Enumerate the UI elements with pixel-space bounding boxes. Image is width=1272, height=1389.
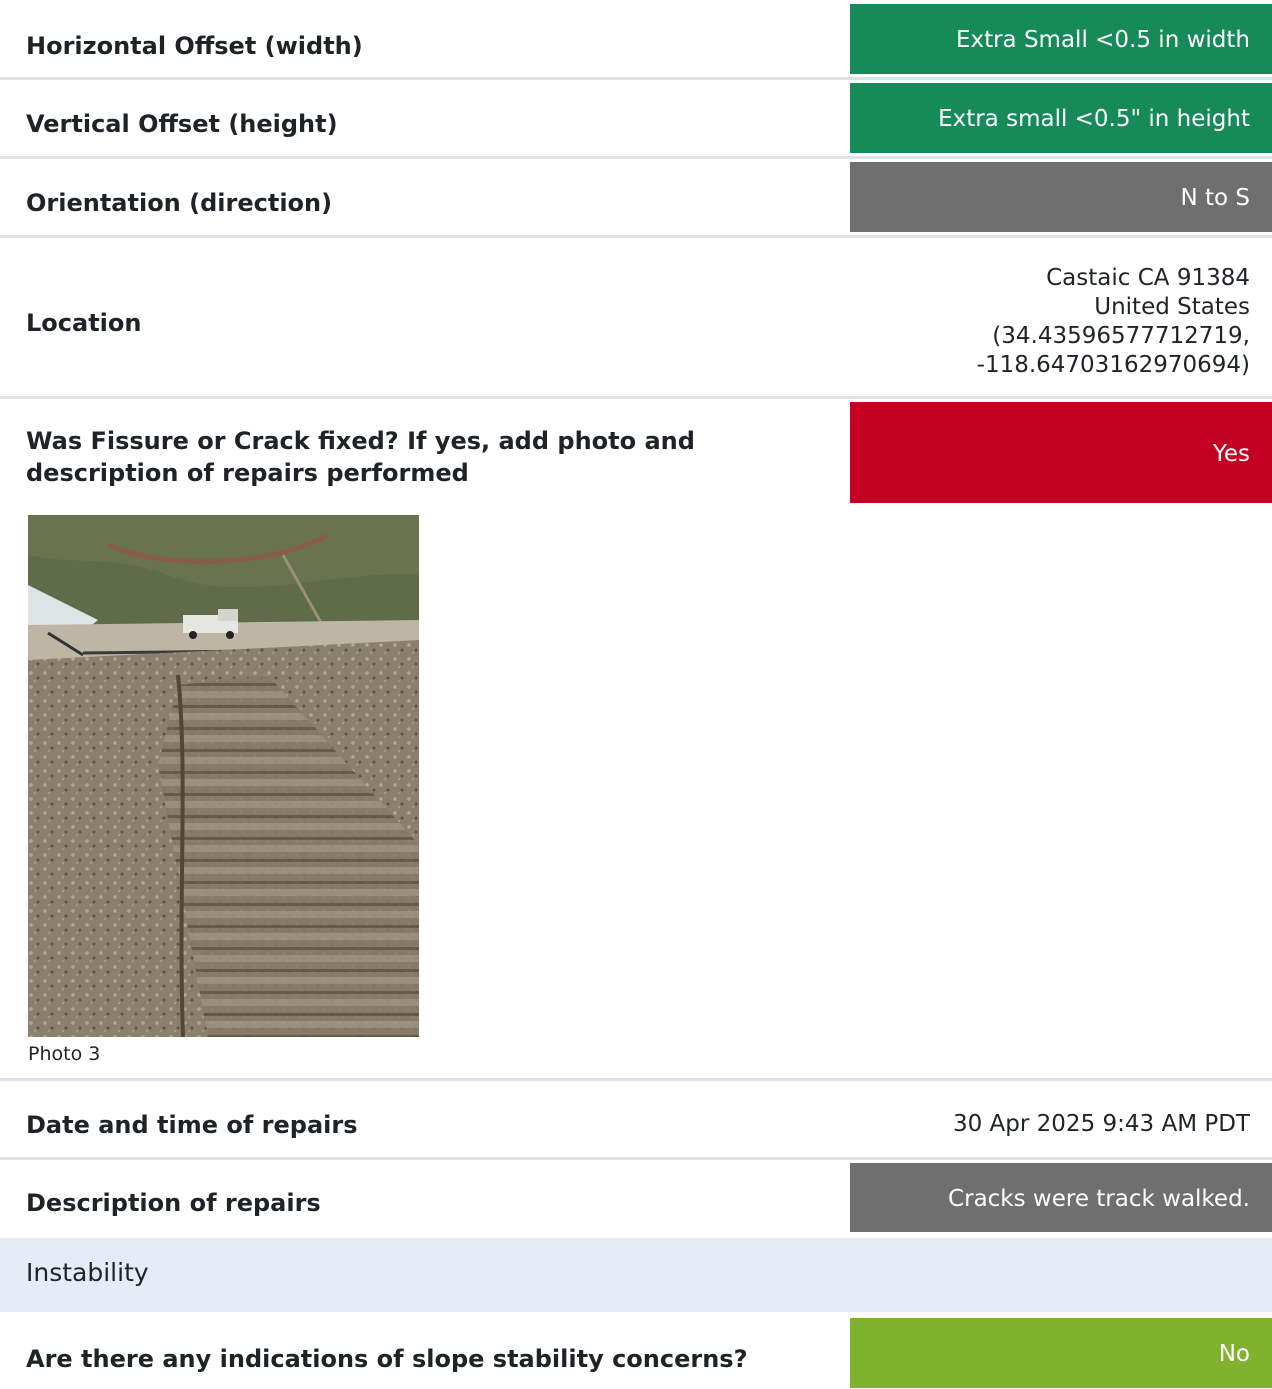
vertical-offset-value: Extra small <0.5" in height [850, 83, 1272, 153]
vertical-offset-label: Vertical Offset (height) [26, 110, 338, 138]
divider [0, 1078, 1272, 1081]
orientation-label: Orientation (direction) [26, 189, 333, 217]
photo-caption: Photo 3 [28, 1043, 101, 1065]
repair-description-value: Cracks were track walked. [850, 1163, 1272, 1232]
section-header-instability: Instability [0, 1238, 1272, 1312]
repair-date-label: Date and time of repairs [26, 1111, 358, 1139]
horizontal-offset-value: Extra Small <0.5 in width [850, 4, 1272, 74]
crack-fixed-label: Was Fissure or Crack fixed? If yes, add … [26, 427, 695, 487]
repair-photo-image [28, 515, 419, 1037]
location-line: -118.64703162970694) [976, 352, 1250, 378]
repair-date-value: 30 Apr 2025 9:43 AM PDT [952, 1111, 1250, 1137]
divider [0, 1157, 1272, 1160]
crack-fixed-value: Yes [850, 402, 1272, 503]
divider [0, 156, 1272, 159]
repair-photo[interactable] [28, 515, 419, 1037]
section-title: Instability [26, 1258, 149, 1287]
orientation-value-text: N to S [1180, 185, 1250, 211]
repair-description-value-text: Cracks were track walked. [948, 1186, 1250, 1212]
crack-fixed-value-text: Yes [1212, 441, 1250, 467]
location-value: Castaic CA 91384 United States (34.43596… [977, 264, 1250, 380]
divider [0, 396, 1272, 399]
divider [0, 235, 1272, 238]
horizontal-offset-label: Horizontal Offset (width) [26, 32, 363, 60]
repair-description-label: Description of repairs [26, 1189, 321, 1217]
location-line: United States [1094, 294, 1250, 320]
location-label: Location [26, 309, 142, 337]
divider [0, 77, 1272, 80]
location-line: Castaic CA 91384 [1046, 265, 1250, 291]
vertical-offset-value-text: Extra small <0.5" in height [938, 106, 1250, 132]
slope-stability-label: Are there any indications of slope stabi… [26, 1345, 748, 1373]
horizontal-offset-value-text: Extra Small <0.5 in width [955, 27, 1250, 53]
orientation-value: N to S [850, 162, 1272, 232]
location-line: (34.43596577712719, [992, 323, 1250, 349]
slope-stability-value-text: No [1218, 1341, 1250, 1367]
slope-stability-value: No [850, 1318, 1272, 1388]
